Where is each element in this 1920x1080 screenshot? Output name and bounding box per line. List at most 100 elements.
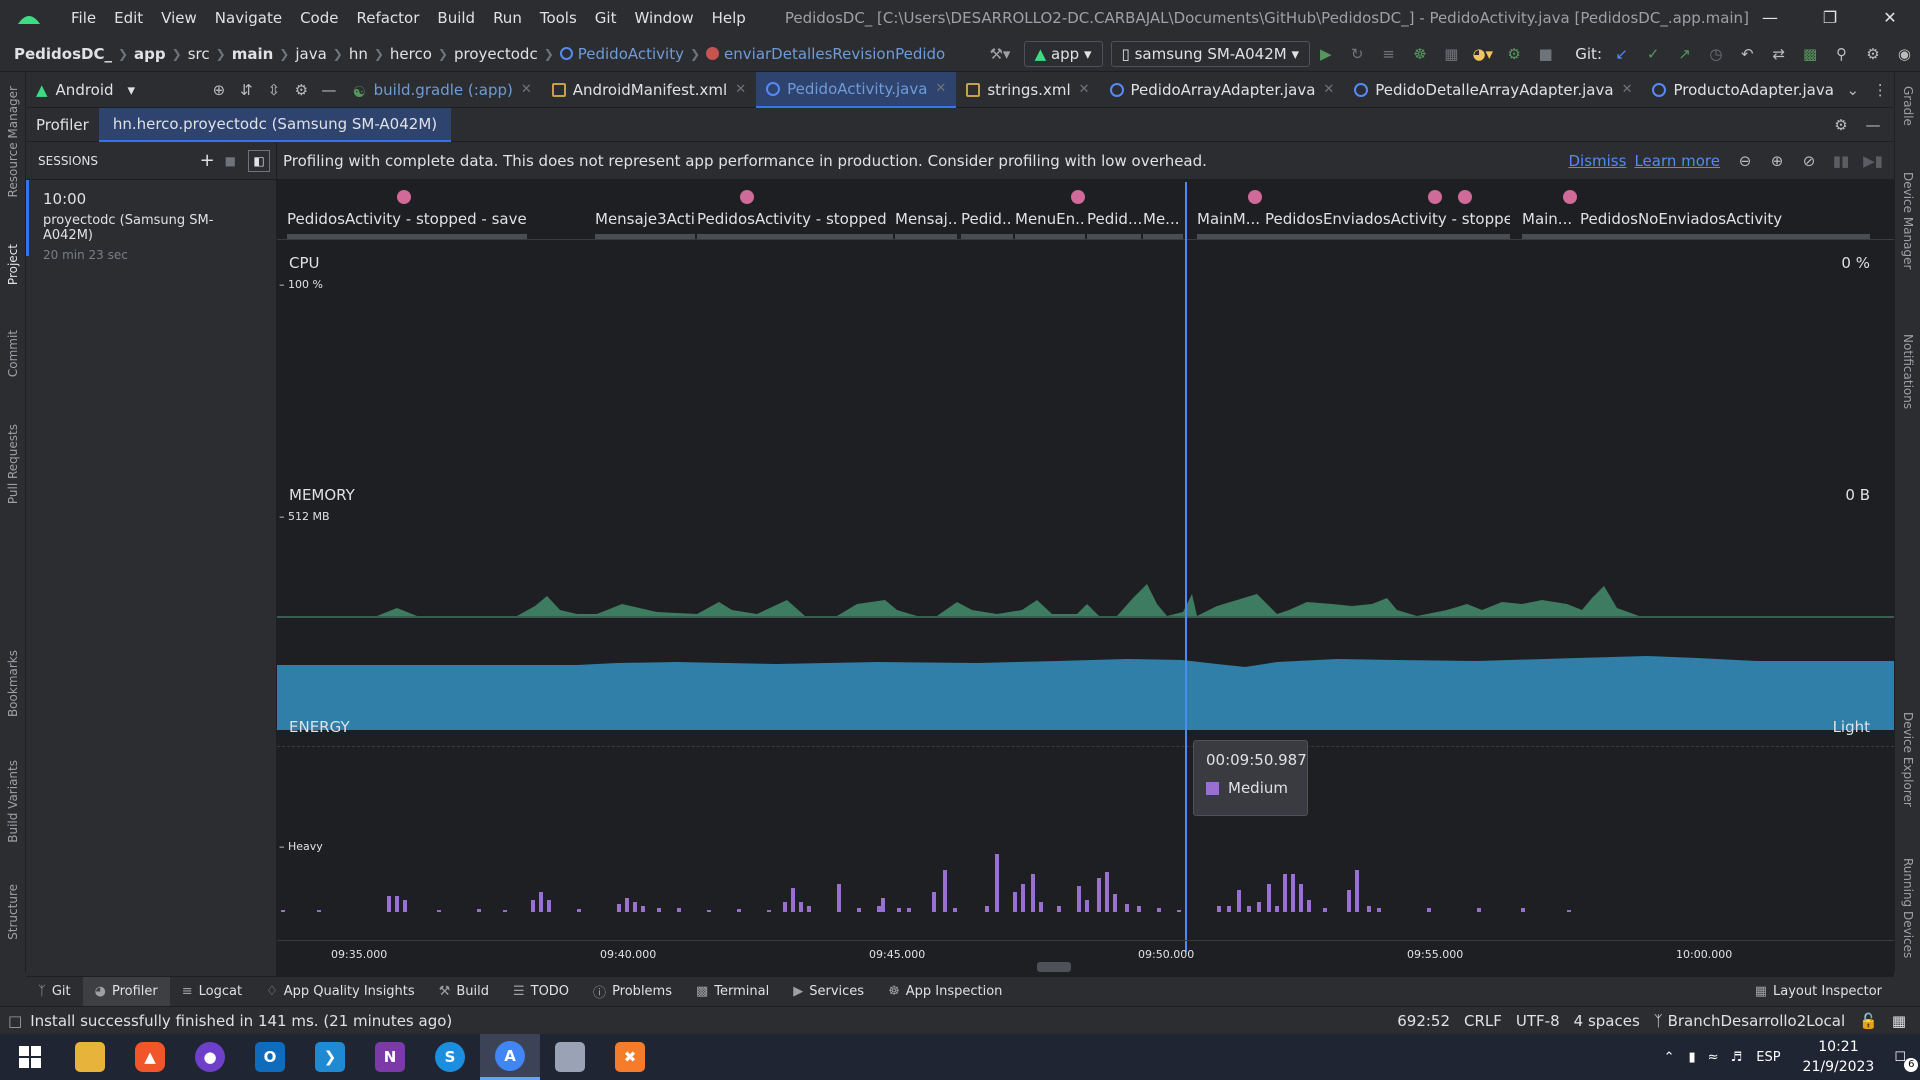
cpu-title[interactable]: CPU bbox=[289, 254, 320, 272]
file-encoding[interactable]: UTF-8 bbox=[1516, 1012, 1560, 1030]
event-marker[interactable] bbox=[1563, 190, 1577, 204]
menu-refactor[interactable]: Refactor bbox=[347, 9, 428, 27]
chevron-down-icon[interactable]: ⌄ bbox=[1844, 79, 1862, 101]
activity-segment[interactable]: Main... bbox=[1522, 210, 1582, 239]
tab-pedido-detalle-array-adapter[interactable]: PedidoDetalleArrayAdapter.java ✕ bbox=[1344, 72, 1642, 108]
status-message[interactable]: Install successfully finished in 141 ms.… bbox=[30, 1012, 452, 1030]
account-icon[interactable]: ◉ bbox=[1894, 43, 1915, 65]
options-icon[interactable]: ⚙ bbox=[293, 79, 311, 101]
vscode-icon[interactable]: ❯ bbox=[300, 1034, 360, 1080]
debug-icon[interactable]: ☸ bbox=[1409, 43, 1430, 65]
memory-title[interactable]: MEMORY bbox=[289, 486, 355, 504]
breadcrumb-src[interactable]: src bbox=[184, 45, 214, 63]
zoom-in-icon[interactable]: ⊕ bbox=[1766, 150, 1788, 172]
windows-start-icon[interactable] bbox=[0, 1034, 60, 1080]
volume-icon[interactable]: ♬ bbox=[1731, 1050, 1743, 1065]
tool-structure[interactable]: Structure bbox=[6, 884, 20, 940]
menu-file[interactable]: File bbox=[62, 9, 105, 27]
wifi-icon[interactable]: ≈ bbox=[1708, 1050, 1719, 1065]
git-branch[interactable]: ᛉ BranchDesarrollo2Local bbox=[1654, 1012, 1845, 1030]
profile-icon[interactable]: ◕▾ bbox=[1472, 43, 1493, 65]
onenote-icon[interactable]: N bbox=[360, 1034, 420, 1080]
indent-setting[interactable]: 4 spaces bbox=[1574, 1012, 1640, 1030]
minimize-icon[interactable]: — bbox=[1740, 0, 1800, 36]
tool-layout-inspector[interactable]: ▦ Layout Inspector bbox=[1743, 977, 1894, 1007]
apply-changes-icon[interactable]: ≡ bbox=[1378, 43, 1399, 65]
learn-more-link[interactable]: Learn more bbox=[1634, 152, 1720, 170]
tool-logcat[interactable]: ≡ Logcat bbox=[170, 977, 254, 1007]
tool-bookmarks[interactable]: Bookmarks bbox=[6, 650, 20, 717]
event-marker[interactable] bbox=[1428, 190, 1442, 204]
activity-segment[interactable]: Pedid... bbox=[1087, 210, 1141, 239]
memory-indicator-icon[interactable]: ▦ bbox=[1892, 1012, 1906, 1030]
close-icon[interactable]: ✕ bbox=[521, 82, 532, 97]
tool-problems[interactable]: ⓘ Problems bbox=[581, 977, 684, 1007]
device-mirror-icon[interactable]: ▩ bbox=[1799, 43, 1820, 65]
timeline-scrollbar[interactable] bbox=[1037, 962, 1071, 972]
tab-pedido-array-adapter[interactable]: PedidoArrayAdapter.java ✕ bbox=[1100, 72, 1345, 108]
device-select[interactable]: ▯ samsung SM-A042M ▾ bbox=[1110, 40, 1311, 67]
tool-gradle[interactable]: Gradle bbox=[1901, 86, 1915, 126]
activity-segment[interactable]: PedidosActivity - stopped ... bbox=[697, 210, 893, 239]
timeline-cursor[interactable] bbox=[1185, 182, 1187, 952]
tab-pedido-activity[interactable]: PedidoActivity.java ✕ bbox=[756, 71, 957, 108]
stop-session-icon[interactable]: ■ bbox=[225, 154, 236, 168]
git-push-icon[interactable]: ↗ bbox=[1674, 43, 1695, 65]
tool-device-manager[interactable]: Device Manager bbox=[1901, 172, 1915, 269]
profiler-process-tab[interactable]: hn.herco.proyectodc (Samsung SM-A042M) bbox=[98, 107, 452, 142]
history-icon[interactable]: ◷ bbox=[1705, 43, 1726, 65]
restore-icon[interactable]: ❐ bbox=[1800, 0, 1860, 36]
tool-running-devices[interactable]: Running Devices bbox=[1901, 858, 1915, 958]
attach-debugger-icon[interactable]: ▦ bbox=[1441, 43, 1462, 65]
menu-code[interactable]: Code bbox=[291, 9, 347, 27]
chevron-up-icon[interactable]: ⌃ bbox=[1664, 1050, 1675, 1065]
memory-chart[interactable] bbox=[277, 622, 1894, 792]
line-separator[interactable]: CRLF bbox=[1464, 1012, 1502, 1030]
breadcrumb-proyectodc[interactable]: proyectodc bbox=[450, 45, 542, 63]
close-icon[interactable]: ✕ bbox=[1622, 82, 1633, 97]
breadcrumb-method[interactable]: enviarDetallesRevisionPedido bbox=[702, 45, 949, 63]
breadcrumb-herco[interactable]: herco bbox=[386, 45, 436, 63]
dismiss-link[interactable]: Dismiss bbox=[1569, 152, 1627, 170]
collapse-all-icon[interactable]: ⇳ bbox=[265, 79, 283, 101]
file-explorer-icon[interactable] bbox=[60, 1034, 120, 1080]
tool-notifications[interactable]: Notifications bbox=[1901, 334, 1915, 409]
caret-position[interactable]: 692:52 bbox=[1397, 1012, 1450, 1030]
event-marker[interactable] bbox=[1458, 190, 1472, 204]
tool-build[interactable]: ⚒ Build bbox=[427, 977, 501, 1007]
xampp-icon[interactable]: ✖ bbox=[600, 1034, 660, 1080]
activity-segment[interactable]: Mensaj... bbox=[895, 210, 957, 239]
more-icon[interactable]: ⋮ bbox=[1872, 79, 1890, 101]
stop-icon[interactable]: ■ bbox=[1535, 43, 1556, 65]
zoom-out-icon[interactable]: ⊖ bbox=[1734, 150, 1756, 172]
tool-profiler[interactable]: ◕ Profiler bbox=[82, 976, 170, 1007]
tool-commit[interactable]: Commit bbox=[6, 330, 20, 377]
tool-project[interactable]: Project bbox=[6, 244, 20, 285]
gear-icon[interactable]: ⚙ bbox=[1830, 114, 1852, 136]
activity-segment[interactable]: PedidosEnviadosActivity - stoppe... bbox=[1265, 210, 1510, 239]
menu-build[interactable]: Build bbox=[428, 9, 484, 27]
sync-gradle-icon[interactable]: ⇄ bbox=[1768, 43, 1789, 65]
hammer-icon[interactable]: ⚒▾ bbox=[989, 43, 1010, 65]
activity-segment[interactable]: Mensaje3Activ... bbox=[595, 210, 695, 239]
attach-icon[interactable]: ⚙ bbox=[1503, 43, 1524, 65]
close-icon[interactable]: ✕ bbox=[735, 82, 746, 97]
brave-browser-icon[interactable]: ▲ bbox=[120, 1034, 180, 1080]
breadcrumb-java[interactable]: java bbox=[291, 45, 330, 63]
breadcrumb-project[interactable]: PedidosDC_ bbox=[10, 45, 116, 63]
clock[interactable]: 10:21 21/9/2023 bbox=[1803, 1037, 1875, 1077]
menu-navigate[interactable]: Navigate bbox=[206, 9, 291, 27]
reset-zoom-icon[interactable]: ⊘ bbox=[1798, 150, 1820, 172]
hide-icon[interactable]: — bbox=[320, 79, 338, 101]
rerun-icon[interactable]: ↻ bbox=[1346, 43, 1367, 65]
locate-icon[interactable]: ⊕ bbox=[210, 79, 228, 101]
menu-git[interactable]: Git bbox=[586, 9, 626, 27]
tool-app-inspection[interactable]: ☸ App Inspection bbox=[876, 977, 1014, 1007]
android-studio-taskbar-icon[interactable]: A bbox=[480, 1034, 540, 1080]
run-config-select[interactable]: ▲ app ▾ bbox=[1023, 40, 1103, 67]
tool-app-quality-insights[interactable]: ♢ App Quality Insights bbox=[254, 977, 427, 1007]
tool-terminal[interactable]: ▩ Terminal bbox=[684, 977, 781, 1007]
search-icon[interactable]: ⚲ bbox=[1831, 43, 1852, 65]
energy-chart[interactable] bbox=[277, 842, 1894, 942]
battery-icon[interactable]: ▮ bbox=[1689, 1050, 1696, 1065]
